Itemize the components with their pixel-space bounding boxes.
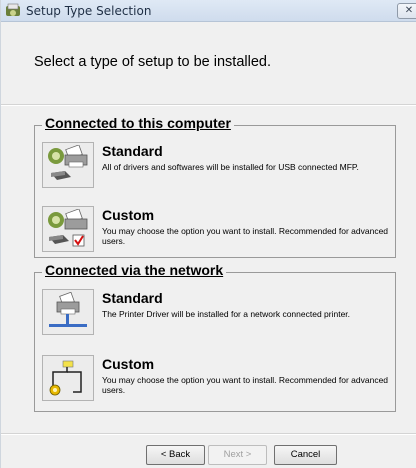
local-custom-title: Custom [102, 207, 155, 223]
network-custom-icon [49, 360, 82, 396]
back-button[interactable]: < Back [146, 445, 205, 465]
network-printer-standard-icon [49, 292, 87, 327]
usb-printer-custom-icon [48, 209, 88, 247]
local-custom-description: You may choose the option you want to in… [102, 226, 389, 246]
local-standard-title: Standard [102, 143, 163, 159]
cancel-button[interactable]: Cancel [274, 445, 337, 465]
setup-type-window: Setup Type Selection ✕ Select a type of … [0, 0, 416, 468]
close-icon: ✕ [404, 5, 414, 16]
close-button[interactable]: ✕ [397, 3, 416, 19]
network-standard-button[interactable] [42, 289, 94, 335]
installer-app-icon [5, 3, 21, 19]
network-connection-group: Connected via the network Standard The P… [34, 262, 396, 412]
local-standard-description: All of drivers and softwares will be ins… [102, 162, 359, 172]
title-bar: Setup Type Selection ✕ [1, 0, 416, 22]
network-custom-title: Custom [102, 356, 155, 372]
local-connection-group: Connected to this computer Standard All … [34, 115, 396, 258]
window-title: Setup Type Selection [26, 4, 152, 18]
usb-printer-standard-icon [48, 145, 88, 180]
group-title-local: Connected to this computer [42, 115, 234, 131]
local-custom-button[interactable] [42, 206, 94, 252]
group-title-network: Connected via the network [42, 262, 227, 278]
header-divider [1, 104, 416, 106]
network-standard-description: The Printer Driver will be installed for… [102, 309, 351, 319]
next-button[interactable]: Next > [208, 445, 267, 465]
footer-divider [1, 433, 416, 435]
network-custom-description: You may choose the option you want to in… [102, 375, 389, 395]
network-custom-button[interactable] [42, 355, 94, 401]
instruction-heading: Select a type of setup to be installed. [34, 54, 271, 70]
network-standard-title: Standard [102, 290, 163, 306]
local-standard-button[interactable] [42, 142, 94, 188]
